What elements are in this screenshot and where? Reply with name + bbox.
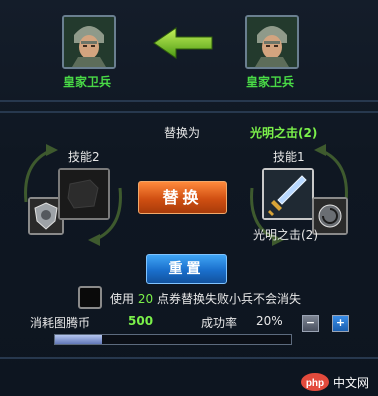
voucher-text-after: 点券替换失败小兵不会消失 (156, 292, 301, 306)
current-unit-name: 皇家卫兵 (62, 75, 111, 89)
target-unit-portrait[interactable] (245, 15, 299, 69)
decrease-rate-button[interactable]: − (302, 315, 319, 332)
svg-text:php: php (306, 378, 324, 389)
replace-target-skill: 光明之击(2) (250, 126, 318, 140)
reset-button[interactable]: 重置 (146, 254, 227, 284)
sword-skill-icon (264, 170, 312, 218)
cost-label: 消耗图腾币 (30, 316, 91, 330)
replace-to-label: 替换为 (164, 126, 201, 140)
success-rate-value: 20% (256, 314, 283, 328)
royal-guard-icon (64, 17, 114, 67)
divider (0, 357, 378, 359)
cost-value: 500 (128, 314, 154, 328)
divider (0, 100, 378, 102)
left-arrow-icon (153, 27, 213, 59)
current-unit-portrait[interactable] (62, 15, 116, 69)
php-watermark: php 中文网 (300, 372, 374, 396)
empty-skill-icon (60, 170, 108, 218)
voucher-points: 20 (137, 292, 154, 306)
increase-rate-button[interactable]: + (332, 315, 349, 332)
voucher-text-before: 使用 (110, 292, 135, 306)
target-unit-name: 皇家卫兵 (245, 75, 294, 89)
success-rate-bar-fill (55, 335, 103, 344)
voucher-text: 使用 20 点券替换失败小兵不会消失 (110, 290, 301, 307)
divider (0, 111, 378, 113)
svg-text:中文网: 中文网 (333, 375, 369, 390)
right-skill-name: 光明之击(2) (253, 228, 318, 242)
voucher-checkbox[interactable] (78, 286, 102, 309)
php-logo: php 中文网 (301, 373, 369, 391)
replace-button[interactable]: 替换 (138, 181, 227, 214)
royal-guard-icon (247, 17, 297, 67)
success-rate-bar (54, 334, 292, 345)
left-skill-slot[interactable] (58, 168, 110, 220)
skill-replace-panel: 皇家卫兵 皇家卫兵 替换为 光明之击(2) 技能2 技能1 替换 光明之击(2)… (0, 0, 378, 396)
spiral-emblem-icon (314, 199, 346, 233)
success-rate-label: 成功率 (201, 316, 238, 330)
right-skill-slot[interactable] (262, 168, 314, 220)
